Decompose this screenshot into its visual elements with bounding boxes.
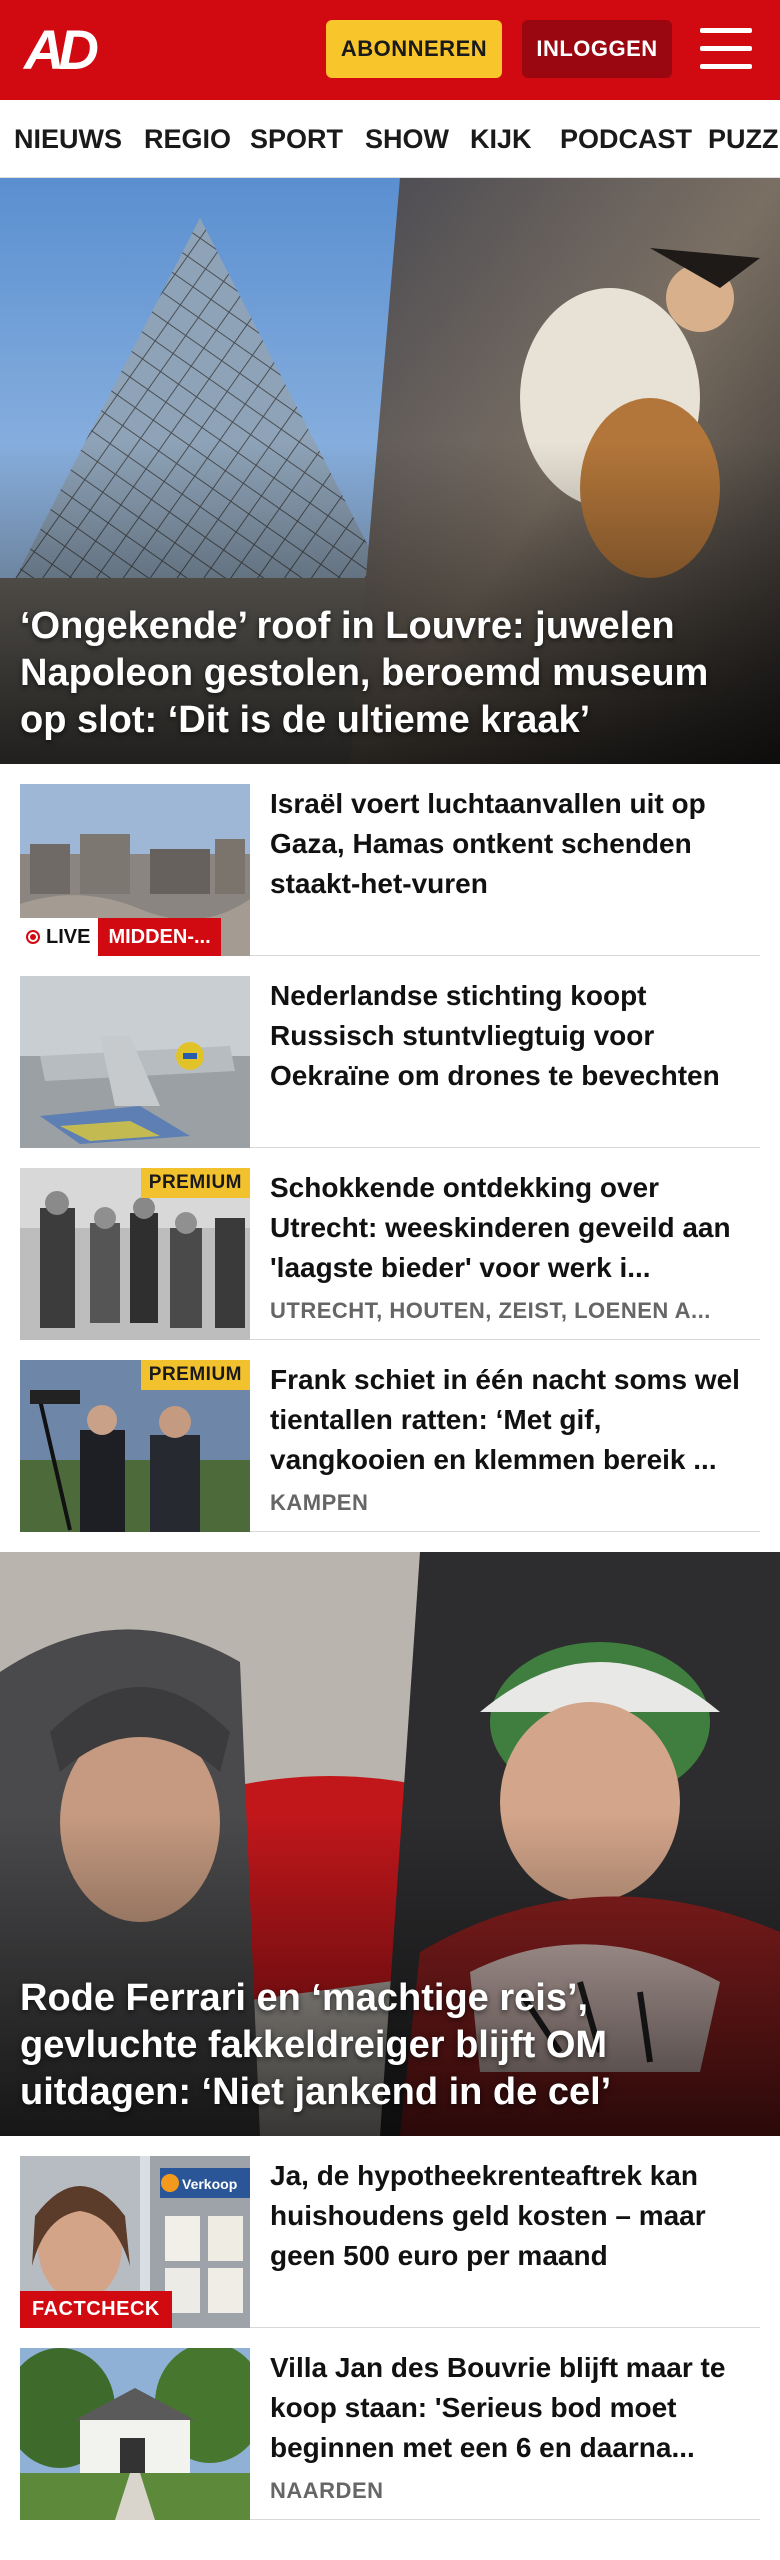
hero-article-ferrari[interactable]: Rode Ferrari en ‘machtige reis’, gevluch… — [0, 1552, 780, 2136]
article-location[interactable]: UTRECHT, HOUTEN, ZEIST, LOENEN A... — [270, 1298, 760, 1324]
premium-badge: PREMIUM — [140, 1168, 250, 1198]
article-title[interactable]: Frank schiet in één nacht soms wel tient… — [270, 1360, 760, 1480]
nav-item-sport[interactable]: SPORT — [250, 124, 343, 155]
article-card[interactable]: Villa Jan des Bouvrie blijft maar te koo… — [20, 2328, 760, 2520]
article-title[interactable]: Nederlandse stichting koopt Russisch stu… — [270, 976, 760, 1096]
nav-item-podcast[interactable]: PODCAST — [560, 124, 692, 155]
hero-headline[interactable]: ‘Ongekende’ roof in Louvre: juwelen Napo… — [20, 603, 760, 744]
article-location[interactable]: NAARDEN — [270, 2478, 760, 2504]
article-thumbnail: PREMIUM — [20, 1360, 250, 1532]
article-thumbnail: Verkoop FACTCHECK — [20, 2156, 250, 2328]
login-button[interactable]: INLOGGEN — [522, 20, 672, 78]
menu-icon[interactable] — [700, 26, 752, 72]
article-thumbnail — [20, 2348, 250, 2520]
article-card[interactable]: PREMIUM Schokkende ontdekking over Utrec… — [20, 1148, 760, 1340]
nav-item-nieuws[interactable]: NIEUWS — [14, 124, 122, 155]
article-title[interactable]: Schokkende ontdekking over Utrecht: wees… — [270, 1168, 760, 1288]
factcheck-badge: FACTCHECK — [20, 2291, 172, 2328]
article-thumbnail: PREMIUM — [20, 1168, 250, 1340]
article-thumbnail — [20, 976, 250, 1148]
article-title[interactable]: Israël voert luchtaanvallen uit op Gaza,… — [270, 784, 760, 904]
live-label: LIVE — [46, 925, 91, 948]
nav-item-kijk[interactable]: KIJK — [470, 124, 532, 155]
article-card[interactable]: LIVE MIDDEN-... Israël voert luchtaanval… — [20, 764, 760, 956]
article-location[interactable]: KAMPEN — [270, 1490, 760, 1516]
nav-item-regio[interactable]: REGIO — [144, 124, 231, 155]
article-card[interactable]: PREMIUM Frank schiet in één nacht soms w… — [20, 1340, 760, 1532]
nav-item-show[interactable]: SHOW — [365, 124, 449, 155]
live-dot-icon — [26, 930, 40, 944]
hero-article-louvre[interactable]: ‘Ongekende’ roof in Louvre: juwelen Napo… — [0, 178, 780, 764]
premium-badge: PREMIUM — [140, 1360, 250, 1390]
ad-logo[interactable]: AD — [24, 20, 116, 80]
article-title[interactable]: Villa Jan des Bouvrie blijft maar te koo… — [270, 2348, 760, 2468]
nav-item-puzzels[interactable]: PUZZ — [708, 124, 779, 155]
article-thumbnail: LIVE MIDDEN-... — [20, 784, 250, 956]
site-header: AD ABONNEREN INLOGGEN — [0, 0, 780, 100]
subscribe-button[interactable]: ABONNEREN — [326, 20, 502, 78]
article-title[interactable]: Ja, de hypotheekrenteaftrek kan huishoud… — [270, 2156, 760, 2276]
hero-headline[interactable]: Rode Ferrari en ‘machtige reis’, gevluch… — [20, 1975, 760, 2116]
thumb-sign-text: Verkoop — [182, 2176, 237, 2192]
article-card[interactable]: Verkoop FACTCHECK Ja, de hypotheekrentea… — [20, 2136, 760, 2328]
article-card[interactable]: Nederlandse stichting koopt Russisch stu… — [20, 956, 760, 1148]
live-badge: LIVE MIDDEN-... — [20, 918, 221, 956]
section-nav: NIEUWS REGIO SPORT SHOW KIJK PODCAST PUZ… — [0, 100, 780, 178]
live-region-label: MIDDEN-... — [98, 918, 221, 956]
